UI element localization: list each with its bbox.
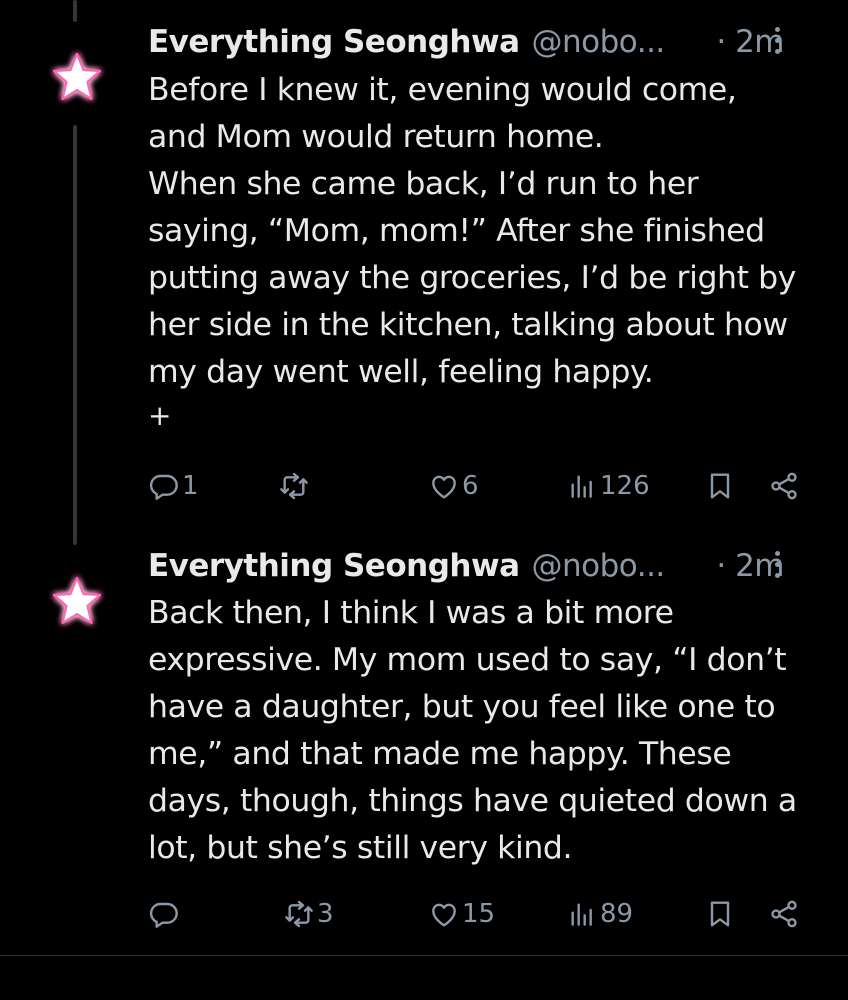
divider — [0, 955, 848, 956]
text-line: me,” and that made me happy. These — [148, 736, 732, 772]
tweet-text: Before I knew it, evening would come, an… — [148, 67, 828, 436]
reply-count: 1 — [182, 471, 199, 501]
avatar[interactable] — [46, 572, 108, 634]
tweet-actions: 1 6 126 — [148, 466, 818, 506]
text-line: days, though, things have quieted down a — [148, 783, 797, 819]
tweet-text: Back then, I think I was a bit more expr… — [148, 590, 828, 872]
repost-icon — [285, 900, 313, 928]
author-handle[interactable]: @nobo... — [532, 548, 666, 584]
tweet-header: Everything Seonghwa @nobo... · 2m — [148, 20, 818, 64]
view-count: 126 — [600, 471, 650, 501]
tweet-header: Everything Seonghwa @nobo... · 2m — [148, 544, 818, 588]
text-line: expressive. My mom used to say, “I don’t — [148, 642, 787, 678]
share-icon — [771, 900, 797, 928]
pink-glow-star-icon — [52, 576, 102, 625]
tweet-2[interactable]: Everything Seonghwa @nobo... · 2m Back t… — [0, 530, 848, 970]
like-icon — [432, 475, 456, 499]
reply-icon — [149, 902, 178, 928]
text-line: my day went well, feeling happy. — [148, 354, 654, 390]
share-button[interactable] — [768, 894, 800, 934]
repost-count: 3 — [317, 899, 334, 929]
text-line: Before I knew it, evening would come, — [148, 72, 737, 108]
like-count: 6 — [462, 471, 479, 501]
avatar[interactable] — [46, 48, 108, 110]
reply-button[interactable]: 1 — [148, 466, 199, 506]
like-icon — [432, 903, 456, 927]
continuation-marker: + — [148, 399, 172, 432]
text-line: When she came back, I’d run to her — [148, 166, 699, 202]
bookmark-button[interactable] — [704, 894, 736, 934]
bookmark-button[interactable] — [704, 466, 736, 506]
reply-icon — [149, 474, 178, 500]
views-button[interactable]: 126 — [566, 466, 650, 506]
text-line: lot, but she’s still very kind. — [148, 830, 573, 866]
bookmark-icon — [710, 901, 730, 927]
text-line: have a daughter, but you feel like one t… — [148, 689, 776, 725]
like-button[interactable]: 6 — [428, 466, 479, 506]
repost-icon — [280, 472, 308, 500]
view-count: 89 — [600, 899, 634, 929]
like-count: 15 — [462, 899, 496, 929]
pink-glow-star-icon — [52, 52, 102, 101]
text-line: saying, “Mom, mom!” After she finished — [148, 213, 765, 249]
reply-button[interactable] — [148, 894, 182, 934]
text-line: and Mom would return home. — [148, 119, 604, 155]
text-line: her side in the kitchen, talking about h… — [148, 307, 788, 343]
views-icon — [571, 903, 592, 926]
author-handle[interactable]: @nobo... — [532, 24, 666, 60]
more-options-icon[interactable] — [774, 551, 780, 581]
author-name[interactable]: Everything Seonghwa — [148, 24, 520, 60]
tweet-1[interactable]: Everything Seonghwa @nobo... · 2m Before… — [0, 0, 848, 530]
text-line: Back then, I think I was a bit more — [148, 595, 674, 631]
views-icon — [571, 475, 592, 498]
text-line: putting away the groceries, I’d be right… — [148, 260, 797, 296]
bookmark-icon — [710, 473, 730, 499]
repost-button[interactable]: 3 — [283, 894, 334, 934]
like-button[interactable]: 15 — [428, 894, 495, 934]
repost-button[interactable] — [278, 466, 312, 506]
author-name[interactable]: Everything Seonghwa — [148, 548, 520, 584]
share-icon — [771, 472, 797, 500]
more-options-icon[interactable] — [774, 27, 780, 57]
share-button[interactable] — [768, 466, 800, 506]
tweet-actions: 3 15 89 — [148, 894, 818, 934]
views-button[interactable]: 89 — [566, 894, 633, 934]
